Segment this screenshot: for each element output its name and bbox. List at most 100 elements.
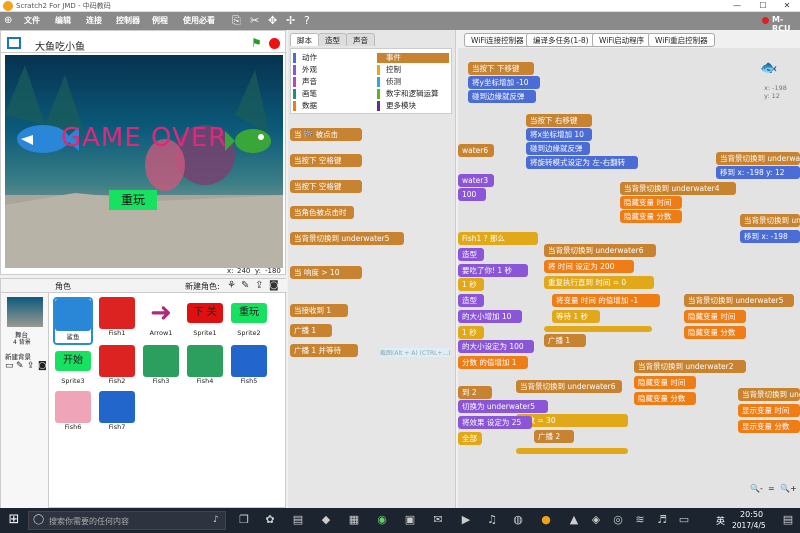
script-block[interactable]: water6 bbox=[458, 144, 494, 157]
script-block[interactable]: 分数 的值增加 1 bbox=[458, 356, 528, 369]
zoom-out-icon[interactable]: 🔍- bbox=[750, 484, 763, 493]
block-when-receive[interactable]: 当接收到 1 bbox=[290, 304, 348, 317]
backdrop-camera-icon[interactable]: ◙ bbox=[38, 361, 47, 371]
task-view-icon[interactable]: ❐ bbox=[236, 512, 252, 528]
stage-canvas[interactable]: GAME OVER 重玩 bbox=[5, 55, 283, 268]
wifi-start-button[interactable]: WiFi启动程序 bbox=[592, 33, 652, 47]
script-block[interactable]: 广播 2 bbox=[534, 430, 574, 443]
notification-icon[interactable]: ▤ bbox=[780, 512, 796, 528]
script-block[interactable]: 将旋转模式设定为 左-右翻转 bbox=[526, 156, 638, 169]
app-icon[interactable]: ▣ bbox=[402, 512, 418, 528]
search-box[interactable]: ◯ 搜索你需要的任何内容 ♪ bbox=[28, 511, 226, 530]
menu-connect[interactable]: 连接 bbox=[86, 15, 102, 26]
globe-icon[interactable]: ⊕ bbox=[4, 15, 16, 27]
tab-costumes[interactable]: 造型 bbox=[318, 33, 347, 46]
sprite-tile[interactable]: Fish5 bbox=[229, 345, 269, 393]
tray-icon[interactable]: ◎ bbox=[610, 512, 626, 528]
script-block[interactable]: 将y坐标增加 -10 bbox=[468, 76, 540, 89]
script-block[interactable]: 碰到边缘就反弹 bbox=[468, 90, 536, 103]
script-block[interactable]: 隐藏变量 分数 bbox=[634, 392, 696, 405]
green-flag-icon[interactable]: ⚑ bbox=[251, 36, 262, 50]
category-sensing[interactable]: 侦测 bbox=[377, 77, 401, 87]
menu-controller[interactable]: 控制器 bbox=[116, 15, 140, 26]
volume-icon[interactable]: ♬ bbox=[654, 512, 670, 528]
scripts-area[interactable]: 🐟 x: -198 y: 12 当按下 下移键 将y坐标增加 -10 碰到边缘就… bbox=[458, 48, 800, 508]
script-block[interactable]: 将 时间 设定为 200 bbox=[544, 260, 634, 273]
category-data[interactable]: 数据 bbox=[293, 101, 317, 111]
script-block[interactable]: 的大小设定为 100 bbox=[458, 340, 534, 353]
shrink-icon[interactable]: ✢ bbox=[286, 14, 295, 27]
block-when-loudness[interactable]: 当 响度 > 10 bbox=[290, 266, 362, 279]
script-block[interactable]: 1 秒 bbox=[458, 278, 484, 291]
menu-examples[interactable]: 例程 bbox=[152, 15, 168, 26]
sprite-tile[interactable]: Fish4 bbox=[185, 345, 225, 393]
menu-edit[interactable]: 编辑 bbox=[55, 15, 71, 26]
replay-button[interactable]: 重玩 bbox=[109, 190, 157, 210]
duplicate-icon[interactable]: ⎘ bbox=[232, 14, 241, 28]
script-block[interactable]: 当背景切换到 underwater4 bbox=[620, 182, 736, 195]
block-when-key-pressed[interactable]: 当按下 空格键 bbox=[290, 180, 362, 193]
block-when-flag-clicked[interactable]: 当 🏁 被点击 bbox=[290, 128, 362, 141]
script-block[interactable]: 移到 x: -198 bbox=[740, 230, 800, 243]
script-block[interactable]: 将x坐标增加 10 bbox=[526, 128, 592, 141]
tray-icon[interactable]: ◈ bbox=[588, 512, 604, 528]
script-block[interactable]: 隐藏变量 分数 bbox=[684, 326, 746, 339]
compile-multitask-button[interactable]: 编译多任务(1-8) bbox=[526, 33, 596, 47]
script-block[interactable]: 当背景切换到 underwater6 bbox=[544, 244, 656, 257]
script-block[interactable]: 移到 x: -198 y: 12 bbox=[716, 166, 800, 179]
script-block[interactable]: 当背景切换到 underwater bbox=[716, 152, 800, 165]
zoom-reset-icon[interactable]: = bbox=[768, 484, 775, 493]
category-control[interactable]: 控制 bbox=[377, 65, 401, 75]
grow-icon[interactable]: ✥ bbox=[268, 14, 277, 27]
sprite-tile[interactable]: Fish2 bbox=[97, 345, 137, 393]
category-operators[interactable]: 数字和逻辑运算 bbox=[377, 89, 439, 99]
app-icon[interactable]: ▤ bbox=[290, 512, 306, 528]
block-when-backdrop-switches[interactable]: 当背景切换到 underwater5 bbox=[290, 232, 404, 245]
tab-sounds[interactable]: 声音 bbox=[346, 33, 375, 46]
app-icon[interactable]: ◆ bbox=[318, 512, 334, 528]
sprite-library-icon[interactable]: ⚘ bbox=[227, 280, 236, 291]
menu-guide[interactable]: 使用必看 bbox=[183, 15, 215, 26]
script-block[interactable]: 将效果 设定为 25 bbox=[458, 416, 532, 429]
script-block[interactable]: 当背景切换到 underwater6 bbox=[516, 380, 622, 393]
script-block[interactable]: water3 bbox=[458, 174, 494, 187]
category-more-blocks[interactable]: 更多模块 bbox=[377, 101, 416, 111]
tray-icon[interactable]: ▲ bbox=[566, 512, 582, 528]
sprite-tile[interactable]: ➜ Arrow1 bbox=[141, 297, 181, 345]
script-block[interactable]: 100 bbox=[458, 188, 486, 201]
block-broadcast[interactable]: 广播 1 bbox=[290, 324, 332, 337]
app-icon[interactable]: ✿ bbox=[262, 512, 278, 528]
block-when-key-pressed[interactable]: 当按下 空格键 bbox=[290, 154, 362, 167]
sprite-tile[interactable]: 重玩 Sprite2 bbox=[229, 297, 269, 345]
stop-icon[interactable] bbox=[269, 38, 280, 49]
app-icon[interactable]: ✉ bbox=[430, 512, 446, 528]
stage-thumbnail[interactable] bbox=[7, 297, 43, 327]
script-block[interactable]: 当按下 右移键 bbox=[526, 114, 592, 127]
project-title[interactable]: 大鱼吃小鱼 bbox=[35, 38, 85, 53]
script-block[interactable]: Fish1 ? 那么 bbox=[458, 232, 538, 245]
start-icon[interactable]: ⊞ bbox=[6, 512, 22, 528]
script-block[interactable]: 造型 bbox=[458, 294, 484, 307]
sprite-tile[interactable]: 鲨鱼 bbox=[53, 297, 93, 345]
app-icon[interactable]: ♫ bbox=[484, 512, 500, 528]
script-block[interactable]: 当背景切换到 underwater2 bbox=[634, 360, 746, 373]
category-events[interactable]: 事件 bbox=[377, 53, 449, 63]
app-icon[interactable]: ◍ bbox=[510, 512, 526, 528]
wifi-icon[interactable]: ≋ bbox=[632, 512, 648, 528]
backdrop-paint-icon[interactable]: ✎ bbox=[16, 361, 24, 371]
sprite-tile[interactable]: Fish7 bbox=[97, 391, 137, 439]
app-icon[interactable]: ▦ bbox=[346, 512, 362, 528]
menu-file[interactable]: 文件 bbox=[24, 15, 40, 26]
category-pen[interactable]: 画笔 bbox=[293, 89, 317, 99]
script-block[interactable]: 隐藏变量 时间 bbox=[634, 376, 696, 389]
script-block[interactable]: 分数 = 30 bbox=[516, 414, 628, 427]
input-language[interactable]: 英 bbox=[716, 514, 725, 527]
backdrop-upload-icon[interactable]: ⇪ bbox=[27, 361, 35, 371]
script-block[interactable]: 当背景切换到 underwater5 bbox=[684, 294, 794, 307]
script-block[interactable]: 全部 bbox=[458, 432, 482, 445]
script-block[interactable]: 隐藏变量 时间 bbox=[620, 196, 682, 209]
script-block[interactable]: 隐藏变量 分数 bbox=[620, 210, 682, 223]
sprite-tile[interactable]: Fish3 bbox=[141, 345, 181, 393]
upload-icon[interactable]: ⇪ bbox=[255, 280, 263, 291]
script-block[interactable]: 将变量 时间 的值增加 -1 bbox=[552, 294, 660, 307]
